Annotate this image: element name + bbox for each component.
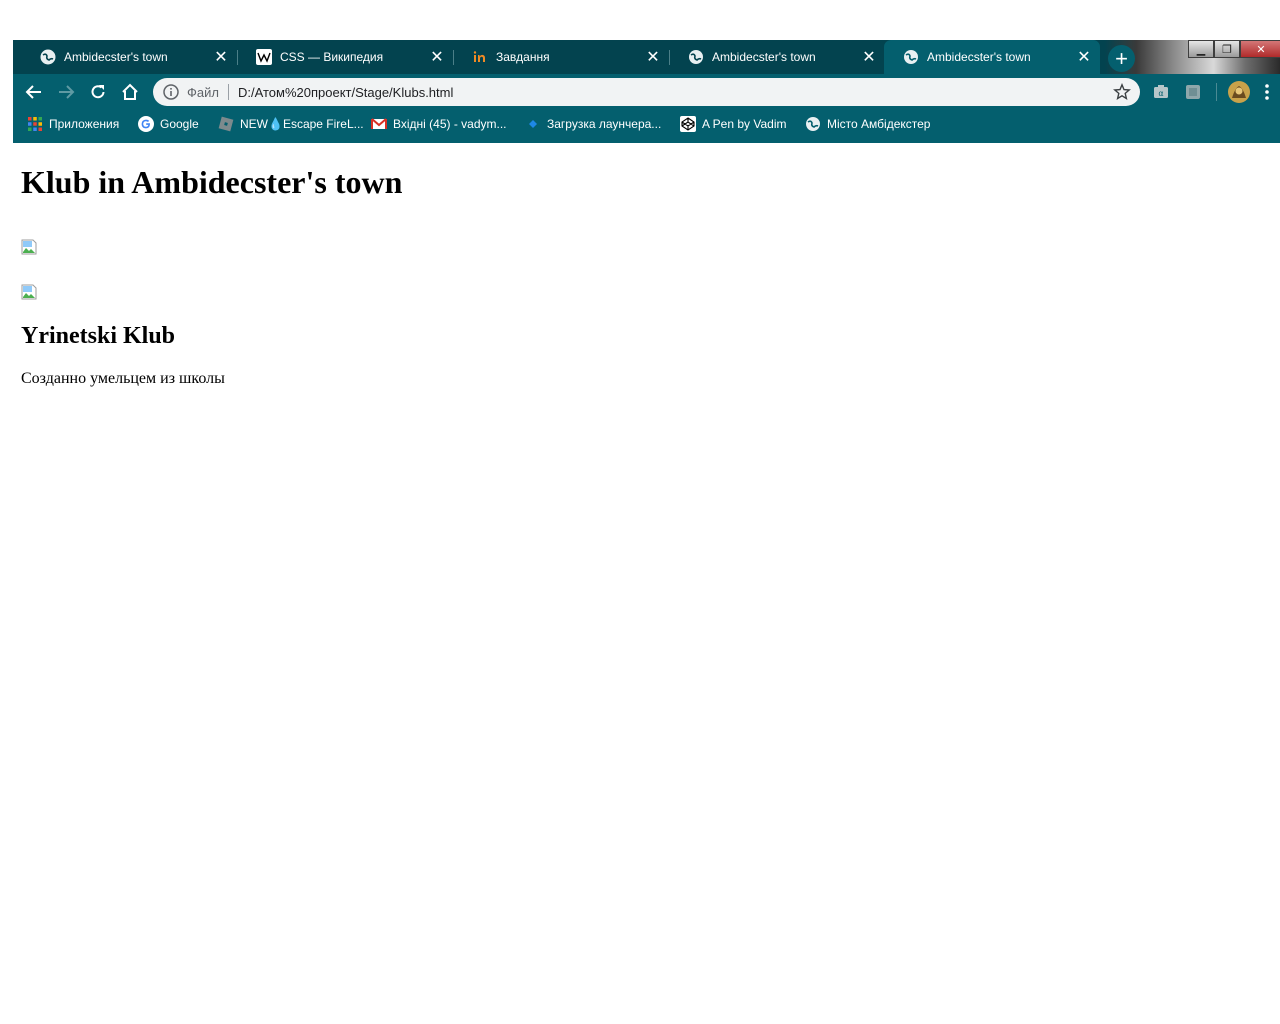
bookmark-label: Google: [160, 117, 199, 131]
bookmark-misto[interactable]: Місто Амбідекстер: [805, 109, 930, 139]
diamond-icon: [529, 120, 537, 128]
new-tab-button[interactable]: +: [1108, 45, 1135, 72]
tab-separator: [453, 50, 454, 65]
google-icon: [138, 116, 154, 132]
bookmark-label: NEW💧Escape FireL...: [240, 117, 364, 131]
bookmark-google[interactable]: Google: [138, 109, 199, 139]
bookmark-label: Вхідні (45) - vadym...: [393, 117, 507, 131]
address-divider: [227, 84, 229, 100]
tab-title: Ambidecster's town: [712, 50, 816, 64]
bookmark-escape[interactable]: NEW💧Escape FireL...: [218, 109, 364, 139]
bookmark-label: A Pen by Vadim: [702, 117, 787, 131]
globe-icon: [904, 50, 918, 64]
close-icon[interactable]: ✕: [211, 47, 231, 67]
bookmark-star-icon[interactable]: [1113, 83, 1131, 101]
bookmark-label: Загрузка лаунчера...: [547, 117, 662, 131]
broken-image-icon: [21, 239, 37, 255]
forward-arrow-icon: [59, 85, 75, 99]
bookmark-codepen[interactable]: A Pen by Vadim: [680, 109, 787, 139]
svg-text:α: α: [1158, 89, 1163, 98]
bookmark-label: Місто Амбідекстер: [827, 117, 931, 131]
globe-icon: [689, 50, 703, 64]
tab-title: CSS — Википедия: [280, 50, 384, 64]
address-bar[interactable]: Файл D:/Атом%20проект/Stage/Klubs.html: [153, 78, 1140, 106]
back-button[interactable]: [21, 79, 47, 105]
bookmark-launcher[interactable]: Загрузка лаунчера...: [525, 109, 661, 139]
back-arrow-icon: [25, 85, 41, 99]
bookmark-gmail[interactable]: Вхідні (45) - vadym...: [371, 109, 507, 139]
browser-window: Ambidecster's town ✕ CSS — Википедия ✕ З…: [13, 40, 1280, 143]
toolbar-divider: [1216, 83, 1217, 101]
close-icon[interactable]: ✕: [643, 47, 663, 67]
tab-zavdannia[interactable]: Завдання ✕: [453, 40, 669, 74]
tab-title: Ambidecster's town: [64, 50, 168, 64]
avatar[interactable]: [1227, 80, 1251, 104]
tab-title: Завдання: [496, 50, 550, 64]
tab-strip: Ambidecster's town ✕ CSS — Википедия ✕ З…: [13, 40, 1280, 74]
address-url[interactable]: D:/Атом%20проект/Stage/Klubs.html: [238, 85, 1113, 100]
globe-icon: [40, 49, 56, 65]
window-close-button[interactable]: ✕: [1240, 40, 1280, 58]
section-paragraph: Созданно умельцем из школы: [21, 370, 225, 387]
codepen-icon: [680, 116, 696, 132]
info-icon[interactable]: [162, 83, 180, 101]
tab-ambidecster-1[interactable]: Ambidecster's town ✕: [21, 40, 237, 74]
forward-button[interactable]: [53, 79, 79, 105]
close-icon[interactable]: ✕: [1074, 47, 1094, 67]
tab-css-wikipedia[interactable]: CSS — Википедия ✕: [237, 40, 453, 74]
bookmark-apps[interactable]: Приложения: [27, 109, 119, 139]
browser-toolbar: Файл D:/Атом%20проект/Stage/Klubs.html α: [13, 74, 1280, 109]
extension-square-icon[interactable]: [1183, 82, 1203, 102]
home-icon: [122, 83, 138, 100]
bookmarks-bar: Приложения Google NEW💧Escape FireL... Вх…: [13, 109, 1280, 143]
invision-icon: [473, 51, 485, 62]
apps-grid-icon: [28, 117, 42, 131]
extension-camera-icon[interactable]: α: [1151, 82, 1171, 102]
gmail-icon: [371, 118, 387, 129]
globe-icon: [806, 117, 820, 131]
roblox-icon: [218, 116, 234, 132]
home-button[interactable]: [117, 79, 143, 105]
tab-separator: [237, 50, 238, 65]
reload-button[interactable]: [85, 79, 111, 105]
tab-ambidecster-2[interactable]: Ambidecster's town ✕: [669, 40, 885, 74]
close-icon[interactable]: ✕: [859, 47, 879, 67]
tab-title: Ambidecster's town: [927, 50, 1031, 64]
address-scheme-label: Файл: [187, 84, 219, 100]
restore-button[interactable]: ❐: [1214, 40, 1240, 58]
wikipedia-icon: [256, 49, 272, 65]
page-content: Klub in Ambidecster's town Yrinetski Klu…: [21, 143, 1261, 388]
section-heading: Yrinetski Klub: [21, 323, 176, 349]
minimize-button[interactable]: ▁: [1188, 40, 1214, 58]
reload-icon: [91, 85, 105, 99]
close-icon[interactable]: ✕: [427, 47, 447, 67]
tab-ambidecster-active[interactable]: Ambidecster's town ✕: [884, 40, 1100, 74]
menu-dots-icon[interactable]: [1263, 82, 1271, 102]
tab-separator: [669, 50, 670, 65]
broken-image-icon: [21, 284, 37, 300]
bookmark-label: Приложения: [49, 117, 120, 131]
page-title: Klub in Ambidecster's town: [21, 164, 403, 200]
